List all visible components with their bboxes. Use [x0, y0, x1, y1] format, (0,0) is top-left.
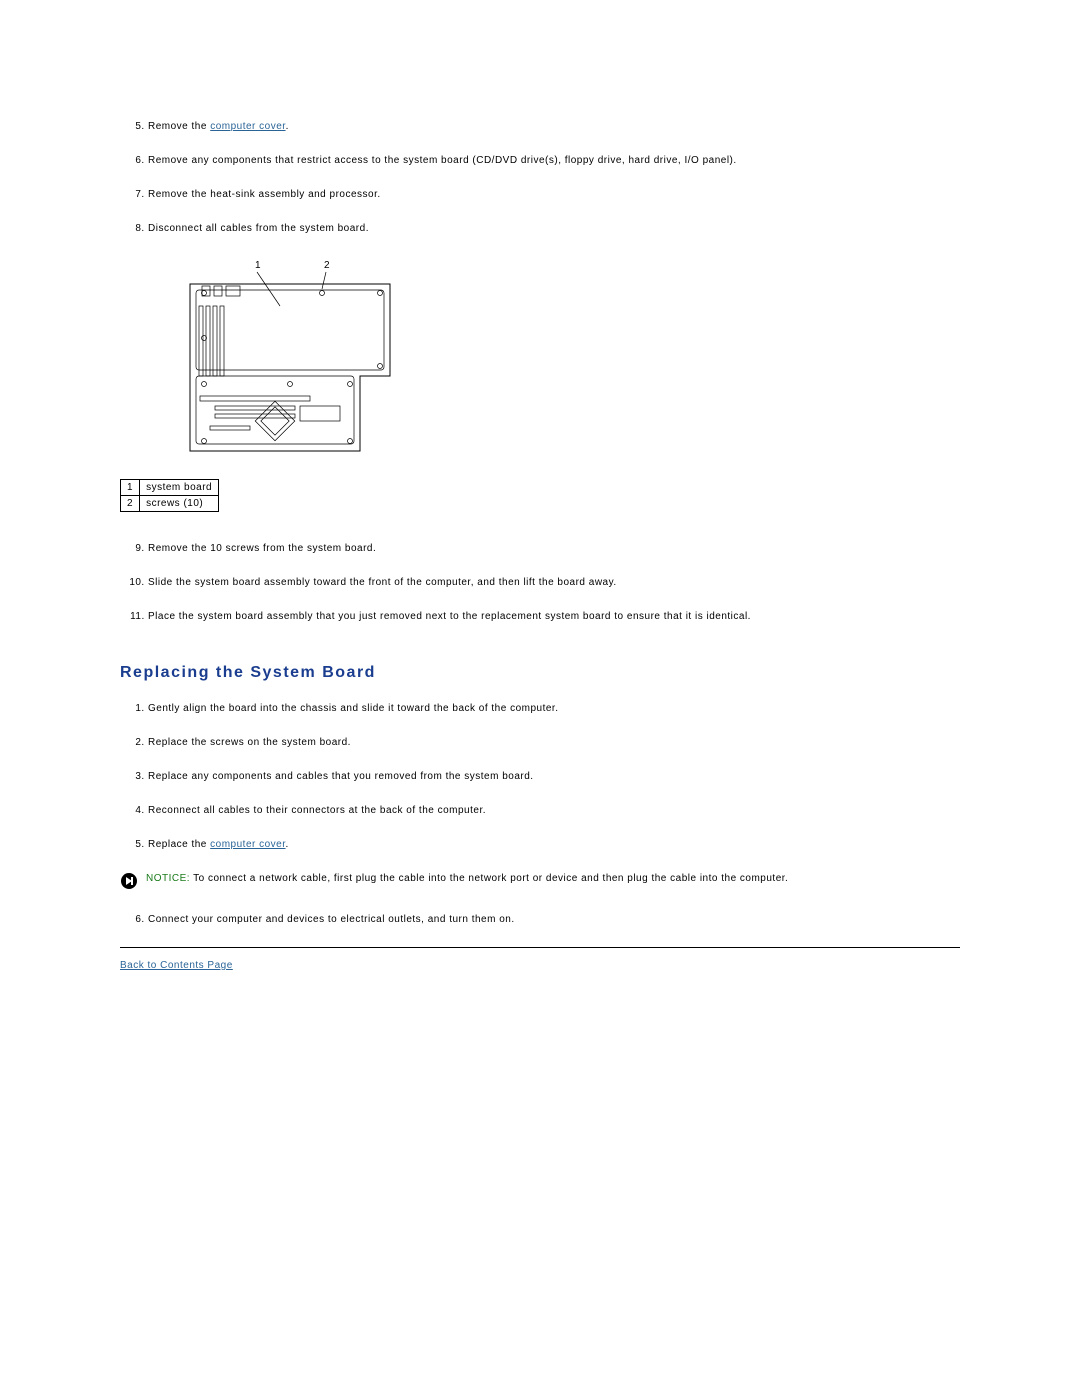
step-item: Replace the computer cover. — [148, 838, 960, 852]
step-item: Remove the 10 screws from the system boa… — [148, 542, 960, 556]
legend-label: system board — [140, 480, 219, 496]
step-item: Remove the heat-sink assembly and proces… — [148, 188, 960, 202]
notice-body: To connect a network cable, first plug t… — [190, 873, 788, 884]
step-text: . — [286, 839, 289, 850]
notice-row: NOTICE: To connect a network cable, firs… — [120, 872, 960, 893]
inline-link[interactable]: computer cover — [210, 839, 285, 850]
back-to-contents-link[interactable]: Back to Contents Page — [120, 960, 233, 971]
diagram-legend-table: 1 system board 2 screws (10) — [120, 479, 219, 512]
step-item: Reconnect all cables to their connectors… — [148, 804, 960, 818]
diagram-label-1: 1 — [255, 260, 261, 271]
legend-row: 2 screws (10) — [121, 496, 219, 512]
legend-num: 2 — [121, 496, 140, 512]
notice-text: NOTICE: To connect a network cable, firs… — [146, 872, 788, 886]
notice-icon — [120, 872, 138, 893]
step-item: Disconnect all cables from the system bo… — [148, 222, 960, 236]
step-item: Gently align the board into the chassis … — [148, 702, 960, 716]
diagram-label-2: 2 — [324, 260, 330, 271]
steps-list-3: Gently align the board into the chassis … — [120, 702, 960, 852]
system-board-diagram: 1 2 — [180, 256, 960, 459]
step-item: Remove any components that restrict acce… — [148, 154, 960, 168]
legend-label: screws (10) — [140, 496, 219, 512]
steps-list-4: Connect your computer and devices to ele… — [120, 913, 960, 927]
section-divider — [120, 947, 960, 948]
legend-row: 1 system board — [121, 480, 219, 496]
step-text: Remove the — [148, 121, 210, 132]
document-page: Remove the computer cover. Remove any com… — [0, 0, 1080, 971]
legend-num: 1 — [121, 480, 140, 496]
inline-link[interactable]: computer cover — [210, 121, 285, 132]
notice-label: NOTICE: — [146, 873, 190, 884]
step-item: Slide the system board assembly toward t… — [148, 576, 960, 590]
step-item: Replace the screws on the system board. — [148, 736, 960, 750]
step-text: . — [286, 121, 289, 132]
steps-list-1: Remove the computer cover. Remove any com… — [120, 120, 960, 236]
step-item: Place the system board assembly that you… — [148, 610, 960, 624]
step-text: Replace the — [148, 839, 210, 850]
step-item: Replace any components and cables that y… — [148, 770, 960, 784]
motherboard-svg: 1 2 — [180, 256, 420, 456]
section-heading: Replacing the System Board — [120, 664, 960, 682]
step-item: Connect your computer and devices to ele… — [148, 913, 960, 927]
step-item: Remove the computer cover. — [148, 120, 960, 134]
steps-list-2: Remove the 10 screws from the system boa… — [120, 542, 960, 624]
